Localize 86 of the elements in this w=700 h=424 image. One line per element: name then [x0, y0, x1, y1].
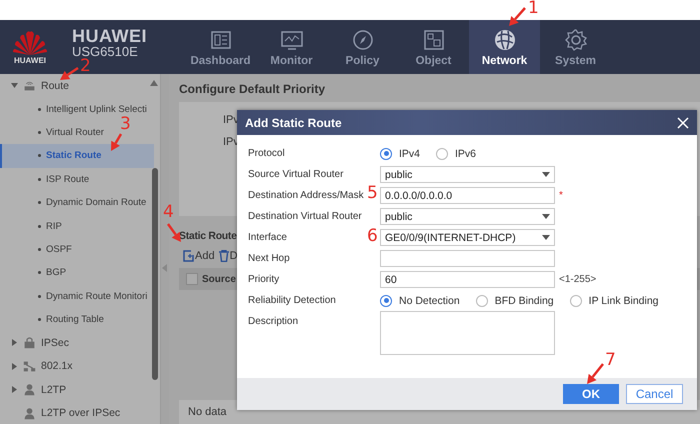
sidebar-item[interactable]: OSPF — [0, 238, 154, 262]
ok-button[interactable]: OK — [563, 384, 619, 404]
caret-right-icon[interactable] — [10, 386, 18, 394]
range-hint: <1-255> — [559, 274, 596, 285]
input-field[interactable]: 60 — [380, 271, 555, 288]
sidebar-item[interactable]: Static Route — [0, 144, 154, 168]
compass-icon — [350, 28, 374, 52]
object-icon — [422, 28, 446, 52]
input-field[interactable]: 0.0.0.0/0.0.0.0 — [380, 187, 555, 204]
field-label: Next Hop — [248, 252, 290, 266]
logo-text: HUAWEI — [14, 56, 46, 64]
brand-name: HUAWEI — [72, 27, 147, 45]
field-label: Description — [248, 315, 298, 329]
device-model: USG6510E — [72, 45, 138, 59]
field-label: Protocol — [248, 147, 285, 161]
nav-tab[interactable]: Policy — [327, 20, 398, 74]
select-field[interactable]: public — [380, 166, 555, 183]
radio-label: BFD Binding — [494, 294, 554, 306]
step-number: 6 — [367, 228, 378, 245]
input-field[interactable] — [380, 250, 555, 267]
radio-label: IPv4 — [399, 148, 420, 160]
caret-right-icon[interactable] — [10, 339, 18, 346]
add-icon — [183, 250, 194, 262]
cancel-button[interactable]: Cancel — [626, 384, 683, 404]
step-number: 3 — [120, 116, 131, 133]
step-number: 4 — [163, 204, 174, 221]
sidebar-item[interactable]: 802.1x — [0, 354, 160, 378]
logo-icon — [12, 30, 48, 56]
radio-label: No Detection — [399, 294, 460, 306]
required-mark: * — [559, 190, 563, 201]
sidebar-item[interactable]: L2TP — [0, 378, 160, 402]
toolbar-button[interactable]: Add — [183, 250, 215, 262]
trash-icon — [218, 250, 229, 262]
network-icon — [23, 360, 36, 373]
nav-tab[interactable]: System — [540, 20, 611, 74]
radio-label: IPv6 — [455, 148, 476, 160]
step-number: 1 — [528, 0, 539, 17]
select-field[interactable]: GE0/0/9(INTERNET-DHCP) — [380, 229, 555, 246]
radio-button[interactable] — [380, 148, 392, 160]
field-label: Destination Address/Mask — [248, 189, 364, 203]
router-icon — [23, 79, 36, 92]
close-icon[interactable] — [677, 116, 689, 128]
sidebar-item[interactable]: Dynamic Route Monitori — [0, 284, 154, 308]
select-field[interactable]: public — [380, 208, 555, 225]
field-label: Source Virtual Router — [248, 168, 344, 182]
nav-tab[interactable]: Object — [398, 20, 469, 74]
section-title: Configure Default Priority — [179, 82, 326, 96]
sidebar-item[interactable]: L2TP over IPSec — [0, 401, 160, 424]
sidebar-item[interactable]: ISP Route — [0, 168, 154, 191]
user-icon — [23, 383, 36, 396]
collapse-handle-icon[interactable] — [162, 264, 167, 272]
radio-button[interactable] — [570, 294, 582, 306]
gear-icon — [564, 28, 588, 52]
sidebar-item[interactable]: Routing Table — [0, 308, 154, 332]
scroll-up-icon[interactable] — [150, 80, 158, 86]
radio-label: IP Link Binding — [588, 294, 659, 306]
dialog-title: Add Static Route — [245, 116, 342, 130]
nav-tab[interactable]: Monitor — [256, 20, 327, 74]
sidebar-item[interactable]: Route — [0, 74, 160, 98]
scrollbar[interactable] — [152, 168, 158, 380]
field-label: Priority — [248, 273, 280, 287]
caret-down-icon[interactable] — [10, 82, 18, 90]
user-icon — [23, 406, 36, 420]
globe-icon — [492, 28, 516, 52]
lock-icon — [23, 336, 36, 350]
nav-tab[interactable]: Dashboard — [185, 20, 256, 74]
step-number: 2 — [80, 58, 91, 75]
field-label: Destination Virtual Router — [248, 210, 362, 224]
text-area[interactable] — [380, 311, 555, 355]
step-number: 7 — [605, 352, 616, 369]
checkbox[interactable] — [186, 273, 198, 285]
radio-button[interactable] — [380, 294, 392, 306]
nav-tab[interactable]: Network — [469, 20, 540, 74]
sidebar-item[interactable]: BGP — [0, 261, 154, 285]
sidebar-item[interactable]: Dynamic Domain Route — [0, 190, 154, 214]
radio-button[interactable] — [476, 294, 488, 306]
caret-right-icon[interactable] — [10, 362, 18, 370]
column-header: Source — [202, 274, 236, 284]
sidebar-item[interactable]: IPSec — [0, 331, 160, 355]
field-label: Reliability Detection — [248, 294, 336, 308]
empty-message: No data — [188, 406, 227, 418]
field-label: Interface — [248, 231, 287, 245]
step-number: 5 — [367, 185, 378, 202]
sidebar-item[interactable]: RIP — [0, 214, 154, 238]
radio-button[interactable] — [436, 148, 448, 160]
toolbar-button[interactable]: D — [218, 250, 238, 262]
